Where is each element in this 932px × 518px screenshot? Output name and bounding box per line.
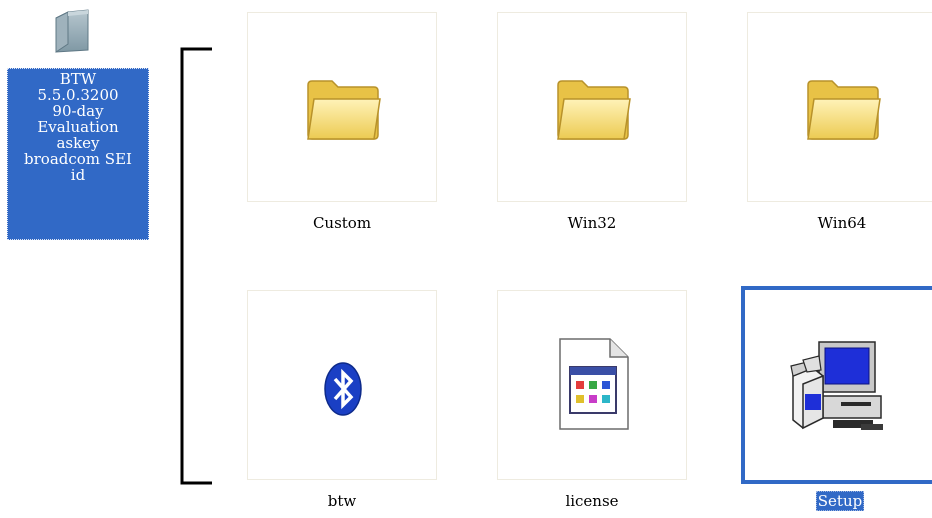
item-caption: Win32 bbox=[567, 214, 617, 232]
selected-caption-text: Setup bbox=[815, 491, 865, 511]
document-icon bbox=[559, 338, 629, 430]
thumbnail-frame bbox=[247, 12, 437, 202]
thumbnail-frame bbox=[497, 12, 687, 202]
thumbnail-frame bbox=[497, 290, 687, 480]
thumbnail-frame bbox=[247, 290, 437, 480]
folder-icon bbox=[55, 9, 89, 53]
folder-icon bbox=[557, 80, 631, 140]
item-caption: Win64 bbox=[817, 214, 867, 232]
file-item-setup[interactable]: Setup bbox=[741, 286, 932, 518]
bluetooth-icon bbox=[324, 362, 362, 416]
item-caption: btw bbox=[327, 492, 357, 510]
item-caption: Setup bbox=[741, 491, 932, 511]
file-item-btw[interactable]: btw bbox=[247, 290, 453, 518]
folder-item-custom[interactable]: Custom bbox=[247, 12, 453, 252]
item-caption: license bbox=[565, 492, 619, 510]
setup-installer-icon bbox=[790, 341, 883, 430]
parent-folder-item[interactable]: BTW 5.5.0.3200 90-day Evaluation askey b… bbox=[4, 4, 150, 242]
folder-icon bbox=[807, 80, 881, 140]
item-caption: Custom bbox=[312, 214, 372, 232]
parent-folder-label: BTW 5.5.0.3200 90-day Evaluation askey b… bbox=[7, 68, 149, 240]
folder-icon bbox=[307, 80, 381, 140]
folder-item-win64[interactable]: Win64 bbox=[747, 12, 932, 252]
thumbnail-frame-selected bbox=[741, 286, 932, 484]
folder-item-win32[interactable]: Win32 bbox=[497, 12, 703, 252]
bracket-divider bbox=[180, 47, 212, 485]
thumbnail-frame bbox=[747, 12, 932, 202]
file-item-license[interactable]: license bbox=[497, 290, 703, 518]
